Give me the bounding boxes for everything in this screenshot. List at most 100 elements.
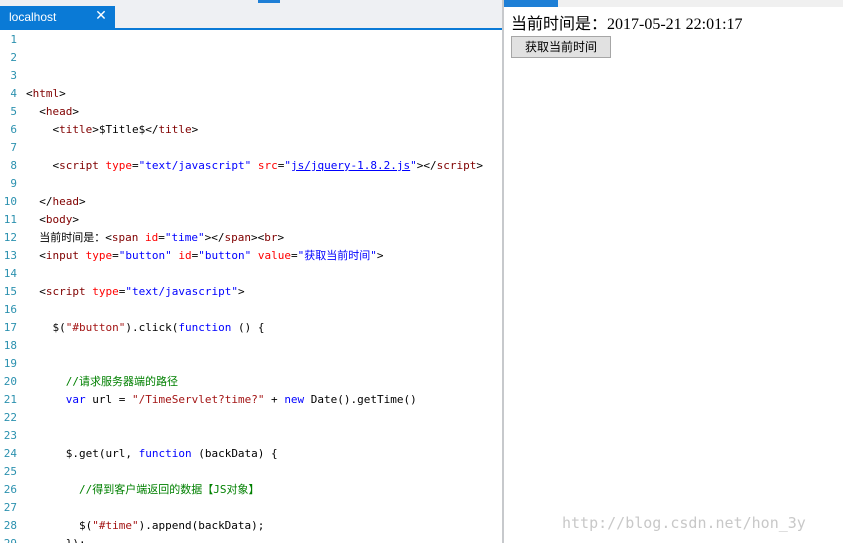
code-token: > (79, 195, 86, 208)
code-text: <script type="text/javascript" src="js/j… (26, 157, 483, 175)
line-number: 17 (3, 321, 17, 334)
menu-item[interactable] (622, 0, 662, 7)
code-token: ></ (204, 231, 225, 244)
code-token: < (26, 123, 60, 136)
code-token: ).append(backData); (138, 519, 265, 532)
code-text: <html> (26, 85, 66, 103)
code-token: "time" (164, 231, 205, 244)
code-area[interactable]: 1 2 3 4 <html> 5 <head> 6 <title>$Title$</titl… (0, 30, 502, 543)
line-number: 11 (3, 213, 17, 226)
code-token: script (436, 159, 477, 172)
code-token: < (26, 213, 46, 226)
get-current-time-button[interactable]: 获取当前时间 (511, 36, 611, 58)
code-token: id (145, 231, 159, 244)
code-line: 26 //得到客户端返回的数据【JS对象】 (0, 481, 502, 499)
line-number: 18 (3, 339, 17, 352)
menu-item[interactable] (736, 0, 776, 7)
code-token: < (26, 249, 46, 262)
code-line: 3 (0, 67, 502, 85)
code-token: "button" (198, 249, 252, 262)
code-token: html (32, 87, 60, 100)
menu-item[interactable] (568, 0, 608, 7)
code-token: span (111, 231, 145, 244)
code-text: //请求服务器端的路径 (26, 373, 178, 391)
line-number: 9 (10, 177, 17, 190)
line-number: 12 (3, 231, 17, 244)
code-token: ></ (416, 159, 437, 172)
code-text: <script type="text/javascript"> (26, 283, 244, 301)
line-number: 19 (3, 357, 17, 370)
code-token: value (257, 249, 291, 262)
close-icon[interactable]: ✕ (93, 7, 109, 25)
code-token: > (277, 231, 285, 244)
code-token: " (410, 159, 417, 172)
code-token: //得到客户端返回的数据【JS对象】 (26, 483, 260, 496)
code-token: > (191, 123, 199, 136)
code-token: < (26, 105, 46, 118)
code-text: <head> (26, 103, 79, 121)
code-token: > (72, 213, 79, 226)
code-line: 22 (0, 409, 502, 427)
code-text: $("#time").append(backData); (26, 517, 264, 535)
code-line: 21 var url = "/TimeServlet?time?" + new … (0, 391, 502, 409)
code-editor-pane: localhost ✕ 1 2 3 4 <html> 5 <head> 6 <title>$… (0, 0, 502, 543)
menu-item-active[interactable] (504, 0, 558, 7)
code-token: > (59, 87, 66, 100)
line-number: 22 (3, 411, 17, 424)
code-line: 13 <input type="button" id="button" valu… (0, 247, 502, 265)
line-number: 23 (3, 429, 17, 442)
code-token: + (264, 393, 285, 406)
code-token: type (85, 249, 113, 262)
line-number: 16 (3, 303, 17, 316)
line-number: 21 (3, 393, 17, 406)
browser-preview-pane: 当前时间是：2017-05-21 22:01:17 获取当前时间 (504, 0, 843, 543)
code-text: <body> (26, 211, 79, 229)
code-token: "#button" (65, 321, 126, 334)
code-token: title (59, 123, 93, 136)
browser-menu-bar (504, 0, 843, 7)
code-token: src (257, 159, 278, 172)
tab-localhost[interactable]: localhost ✕ (0, 6, 115, 28)
menu-item[interactable] (676, 0, 716, 7)
code-token: > (476, 159, 484, 172)
code-token: title (158, 123, 192, 136)
code-token: //请求服务器端的路径 (26, 375, 178, 388)
line-number: 3 (10, 69, 17, 82)
line-number: 15 (3, 285, 17, 298)
line-number: 20 (3, 375, 17, 388)
code-text: <title>$Title$</title> (26, 121, 198, 139)
tab-title: localhost (9, 10, 57, 24)
code-token[interactable]: js/jquery-1.8.2.js (291, 159, 410, 172)
code-token: >< (251, 231, 265, 244)
code-line: 17 $("#button").click(function () { (0, 319, 502, 337)
line-number: 5 (10, 105, 17, 118)
line-number: 8 (10, 159, 17, 172)
code-token: input (45, 249, 86, 262)
current-time-text: 当前时间是：2017-05-21 22:01:17 (511, 16, 743, 33)
code-line: 12 当前时间是：<span id="time"></span><br> (0, 229, 502, 247)
code-text: 当前时间是：<span id="time"></span><br> (26, 229, 284, 247)
code-token: >$Title$</ (92, 123, 159, 136)
code-token: "/TimeServlet?time?" (131, 393, 265, 406)
line-number: 13 (3, 249, 17, 262)
menu-item[interactable] (792, 0, 832, 7)
code-token: br (264, 231, 278, 244)
code-line: 7 (0, 139, 502, 157)
code-token: ).click( (125, 321, 179, 334)
line-number: 2 (10, 51, 17, 64)
code-line: 11 <body> (0, 211, 502, 229)
code-line: 8 <script type="text/javascript" src="js… (0, 157, 502, 175)
code-token: var (65, 393, 86, 406)
line-number: 7 (10, 141, 17, 154)
line-number: 14 (3, 267, 17, 280)
code-line: 6 <title>$Title$</title> (0, 121, 502, 139)
code-line: 28 $("#time").append(backData); (0, 517, 502, 535)
code-token: < (26, 87, 33, 100)
code-token: < (26, 159, 60, 172)
code-token: head (45, 105, 73, 118)
code-token: function (178, 321, 232, 334)
code-token: "#time" (92, 519, 139, 532)
